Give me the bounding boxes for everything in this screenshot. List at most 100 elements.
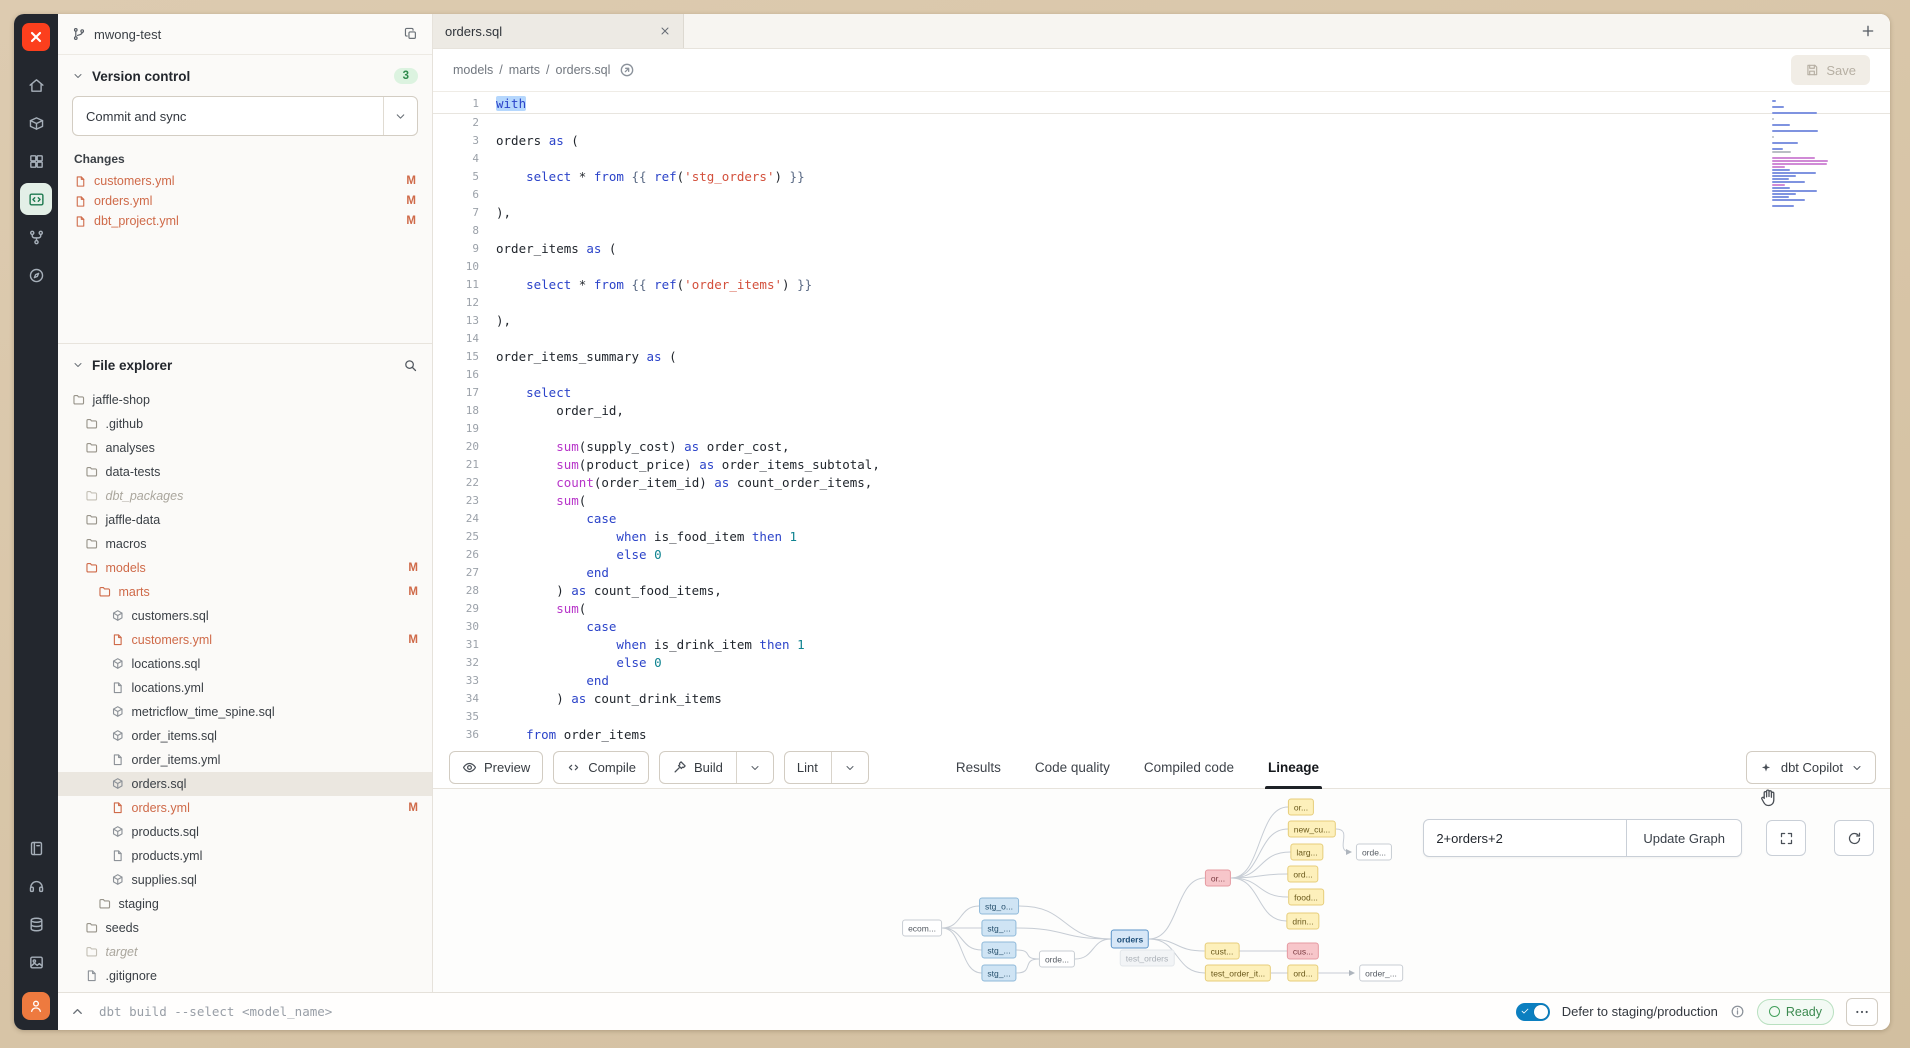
editor-minimap[interactable]: [1772, 100, 1836, 211]
tree-item-customers.yml[interactable]: customers.ymlM: [58, 628, 432, 652]
tree-item-customers.sql[interactable]: customers.sql: [58, 604, 432, 628]
rail-editor-icon[interactable]: [20, 183, 52, 215]
rail-grid-icon[interactable]: [20, 145, 52, 177]
open-link-icon[interactable]: [619, 62, 635, 78]
new-tab-plus-icon[interactable]: [1860, 23, 1876, 39]
lineage-node-cus[interactable]: cus...: [1287, 943, 1319, 960]
tree-item-marts[interactable]: martsM: [58, 580, 432, 604]
tree-item-locations.sql[interactable]: locations.sql: [58, 652, 432, 676]
save-button[interactable]: Save: [1791, 55, 1870, 85]
tree-item-orders.yml[interactable]: orders.ymlM: [58, 796, 432, 820]
rail-notebook-icon[interactable]: [20, 832, 52, 864]
fullscreen-button[interactable]: [1766, 820, 1806, 856]
lineage-node-drin[interactable]: drin...: [1286, 913, 1319, 930]
lint-button[interactable]: Lint: [784, 751, 869, 784]
rail-headset-icon[interactable]: [20, 870, 52, 902]
info-icon[interactable]: [1730, 1004, 1745, 1019]
lineage-node-orde[interactable]: orde...: [1039, 951, 1075, 968]
tree-item-seeds[interactable]: seeds: [58, 916, 432, 940]
rail-home-icon[interactable]: [20, 69, 52, 101]
tree-item-supplies.sql[interactable]: supplies.sql: [58, 868, 432, 892]
user-avatar[interactable]: [22, 992, 50, 1020]
breadcrumb-segment[interactable]: orders.sql: [556, 63, 611, 77]
copy-icon[interactable]: [404, 27, 418, 41]
lineage-node-ord[interactable]: ord...: [1287, 965, 1318, 982]
changed-file-row[interactable]: dbt_project.ymlM: [58, 211, 432, 231]
tree-item-orders.sql[interactable]: orders.sql: [58, 772, 432, 796]
lineage-node-or[interactable]: or...: [1288, 799, 1314, 816]
tree-item-order_items.yml[interactable]: order_items.yml: [58, 748, 432, 772]
file-explorer-header[interactable]: File explorer: [58, 344, 432, 386]
lineage-node-stg_o[interactable]: stg_o...: [979, 898, 1019, 915]
rail-top-icons: [20, 63, 52, 297]
code-line-26: 26 else 0: [433, 546, 1890, 564]
tab-orders-sql[interactable]: orders.sql: [433, 14, 684, 48]
lineage-node-orders[interactable]: orders: [1111, 930, 1149, 949]
refresh-button[interactable]: [1834, 820, 1874, 856]
defer-toggle[interactable]: [1516, 1003, 1550, 1021]
more-options-button[interactable]: [1846, 998, 1878, 1026]
lineage-node-ord[interactable]: ord...: [1287, 866, 1318, 883]
breadcrumb-segment[interactable]: marts: [509, 63, 540, 77]
tree-item-order_items.sql[interactable]: order_items.sql: [58, 724, 432, 748]
preview-button[interactable]: Preview: [449, 751, 543, 784]
lineage-node-new_cu[interactable]: new_cu...: [1288, 821, 1336, 838]
breadcrumb-segment[interactable]: models: [453, 63, 493, 77]
changed-file-row[interactable]: customers.ymlM: [58, 171, 432, 191]
tree-item-models[interactable]: modelsM: [58, 556, 432, 580]
rail-gallery-icon[interactable]: [20, 946, 52, 978]
update-graph-button[interactable]: Update Graph: [1626, 820, 1741, 856]
tree-item-data-tests[interactable]: data-tests: [58, 460, 432, 484]
panel-tab-compiled-code[interactable]: Compiled code: [1127, 747, 1251, 788]
tree-item-locations.yml[interactable]: locations.yml: [58, 676, 432, 700]
tree-item-metricflow_time_spine.sql[interactable]: metricflow_time_spine.sql: [58, 700, 432, 724]
compile-button[interactable]: Compile: [553, 751, 649, 784]
lineage-node-stg_[interactable]: stg_...: [981, 942, 1016, 959]
version-control-header[interactable]: Version control 3: [58, 55, 432, 90]
lineage-node-test_orders[interactable]: test_orders: [1120, 950, 1175, 967]
lineage-node-food[interactable]: food...: [1288, 889, 1324, 906]
lineage-node-or[interactable]: or...: [1205, 870, 1231, 887]
panel-tab-results[interactable]: Results: [939, 747, 1018, 788]
tree-item-products.yml[interactable]: products.yml: [58, 844, 432, 868]
chevron-down-icon[interactable]: [835, 762, 856, 774]
rail-database-icon[interactable]: [20, 908, 52, 940]
search-icon[interactable]: [403, 358, 418, 373]
rail-compass-icon[interactable]: [20, 259, 52, 291]
tree-item-dbt_packages[interactable]: dbt_packages: [58, 484, 432, 508]
build-button[interactable]: Build: [659, 751, 774, 784]
tree-item-.gitignore[interactable]: .gitignore: [58, 964, 432, 988]
tree-item-products.sql[interactable]: products.sql: [58, 820, 432, 844]
panel-tab-lineage[interactable]: Lineage: [1251, 747, 1336, 788]
tree-item-target[interactable]: target: [58, 940, 432, 964]
lineage-node-order_[interactable]: order_...: [1359, 965, 1403, 982]
dbt-copilot-button[interactable]: dbt Copilot: [1746, 751, 1876, 784]
lineage-node-test_order_it[interactable]: test_order_it...: [1205, 965, 1271, 982]
code-line-19: 19: [433, 420, 1890, 438]
tree-item-jaffle-shop[interactable]: jaffle-shop: [58, 388, 432, 412]
close-icon[interactable]: [659, 25, 671, 37]
tree-item-staging[interactable]: staging: [58, 892, 432, 916]
lineage-node-cust[interactable]: cust...: [1205, 943, 1240, 960]
chevron-down-icon[interactable]: [740, 762, 761, 774]
commit-and-sync-dropdown[interactable]: Commit and sync: [72, 96, 418, 136]
panel-tab-code-quality[interactable]: Code quality: [1018, 747, 1127, 788]
code-editor[interactable]: 1with23orders as (45 select * from {{ re…: [433, 92, 1890, 747]
tree-item-analyses[interactable]: analyses: [58, 436, 432, 460]
lineage-node-larg[interactable]: larg...: [1290, 844, 1323, 861]
changed-file-row[interactable]: orders.ymlM: [58, 191, 432, 211]
tree-item-.github[interactable]: .github: [58, 412, 432, 436]
command-input[interactable]: [97, 1003, 1504, 1020]
lineage-node-stg_[interactable]: stg_...: [981, 965, 1016, 982]
rail-fork-icon[interactable]: [20, 221, 52, 253]
lineage-node-stg_[interactable]: stg_...: [981, 920, 1016, 937]
tree-item-jaffle-data[interactable]: jaffle-data: [58, 508, 432, 532]
lineage-selector-input[interactable]: [1424, 820, 1626, 856]
lineage-node-ecom[interactable]: ecom...: [902, 920, 942, 937]
code-line-13: 13),: [433, 312, 1890, 330]
rail-archive-icon[interactable]: [20, 107, 52, 139]
lineage-node-orde[interactable]: orde...: [1356, 844, 1392, 861]
chevron-up-icon[interactable]: [70, 1004, 85, 1019]
tree-item-macros[interactable]: macros: [58, 532, 432, 556]
code-line-6: 6: [433, 186, 1890, 204]
